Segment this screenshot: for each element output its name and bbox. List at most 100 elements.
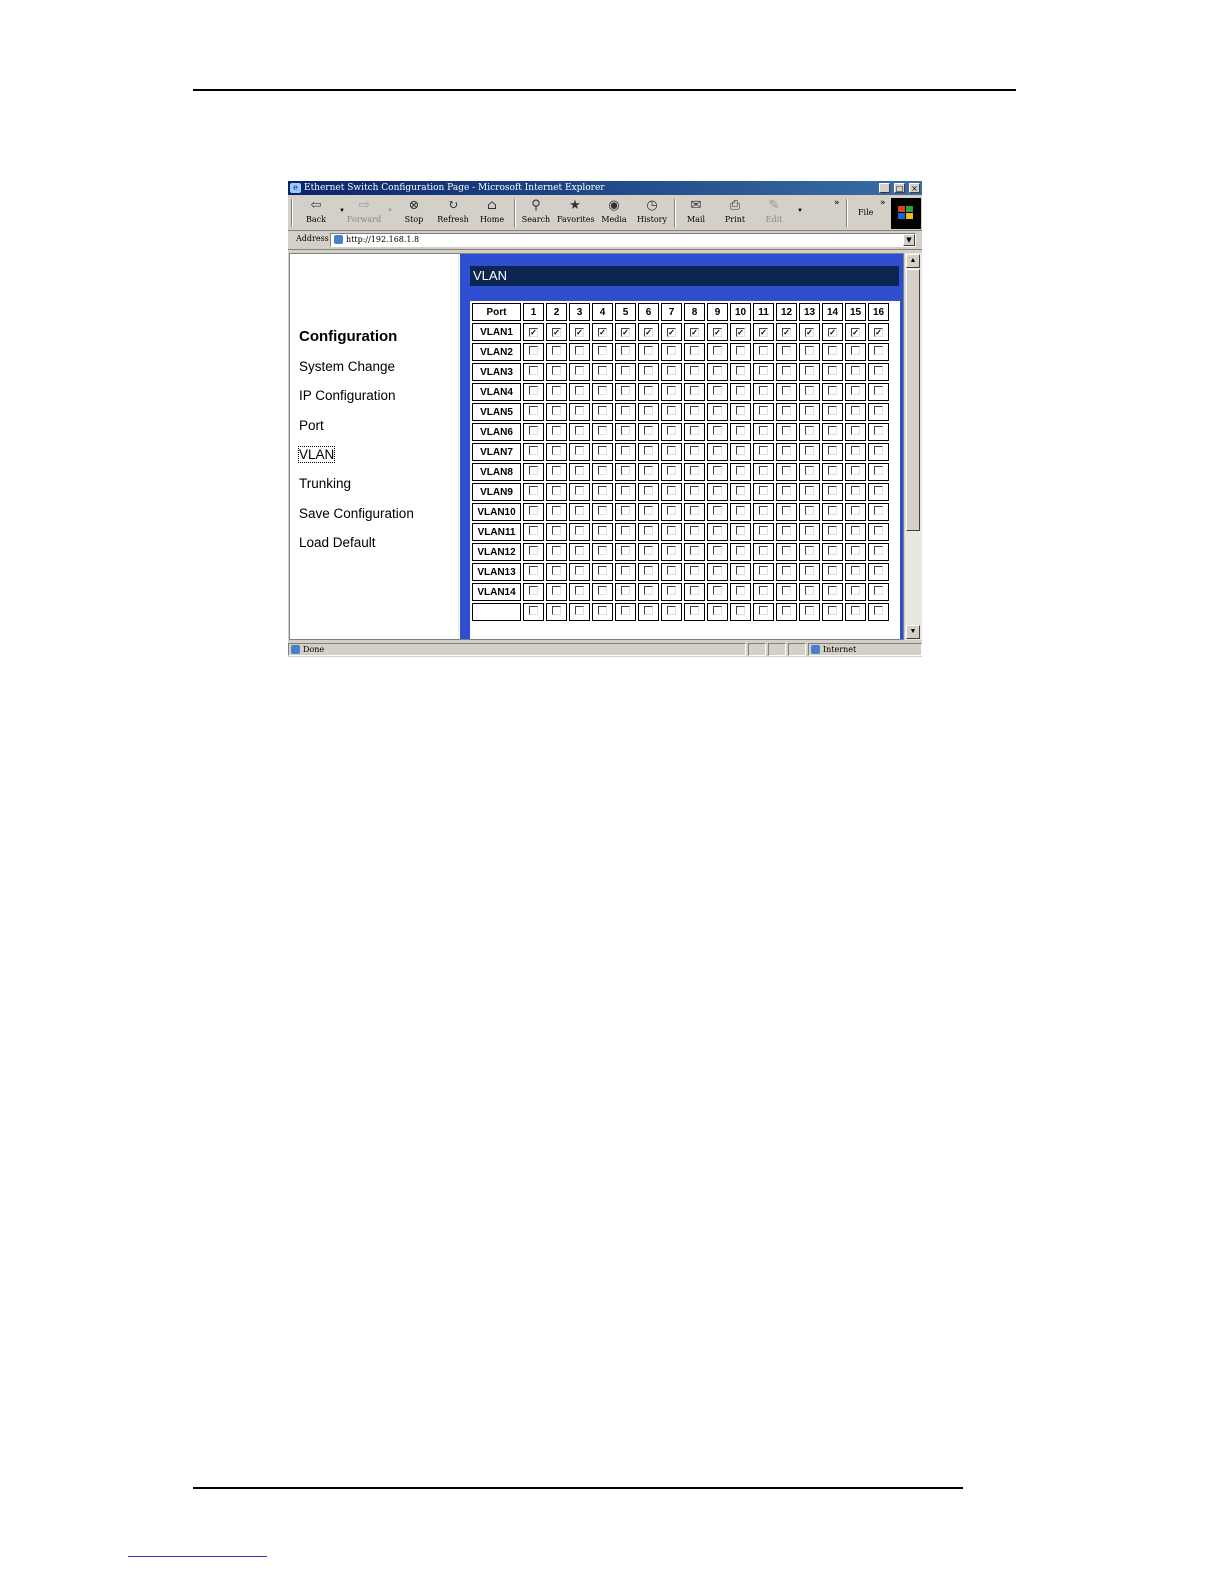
checkbox[interactable] bbox=[736, 366, 745, 375]
checkbox[interactable] bbox=[805, 486, 814, 495]
checkbox[interactable] bbox=[552, 586, 561, 595]
checkbox[interactable] bbox=[644, 586, 653, 595]
checkbox[interactable] bbox=[736, 566, 745, 575]
checkbox[interactable] bbox=[598, 406, 607, 415]
checkbox[interactable] bbox=[598, 366, 607, 375]
checkbox[interactable] bbox=[529, 426, 538, 435]
checkbox[interactable] bbox=[667, 606, 676, 615]
menu-chevron-icon[interactable]: » bbox=[880, 198, 886, 208]
checkbox[interactable] bbox=[759, 486, 768, 495]
checkbox[interactable] bbox=[644, 386, 653, 395]
checkbox[interactable] bbox=[690, 606, 699, 615]
checkbox[interactable] bbox=[782, 446, 791, 455]
checkbox[interactable] bbox=[805, 366, 814, 375]
checkbox[interactable] bbox=[874, 426, 883, 435]
checkbox-checked[interactable]: ✓ bbox=[575, 327, 584, 337]
checkbox[interactable] bbox=[851, 586, 860, 595]
maximize-button[interactable]: □ bbox=[894, 183, 906, 193]
checkbox[interactable] bbox=[713, 406, 722, 415]
checkbox[interactable] bbox=[782, 606, 791, 615]
checkbox[interactable] bbox=[759, 366, 768, 375]
nav-item-port[interactable]: Port bbox=[299, 418, 324, 433]
checkbox[interactable] bbox=[529, 446, 538, 455]
checkbox[interactable] bbox=[759, 346, 768, 355]
checkbox[interactable] bbox=[529, 566, 538, 575]
checkbox[interactable] bbox=[644, 606, 653, 615]
checkbox[interactable] bbox=[667, 386, 676, 395]
checkbox-checked[interactable]: ✓ bbox=[851, 327, 860, 337]
checkbox-checked[interactable]: ✓ bbox=[667, 327, 676, 337]
checkbox[interactable] bbox=[552, 366, 561, 375]
checkbox[interactable] bbox=[736, 486, 745, 495]
search-button[interactable]: ⚲ Search bbox=[518, 198, 554, 224]
checkbox[interactable] bbox=[575, 506, 584, 515]
nav-item-load-default[interactable]: Load Default bbox=[299, 535, 376, 550]
checkbox[interactable] bbox=[805, 566, 814, 575]
nav-item-trunking[interactable]: Trunking bbox=[299, 476, 351, 491]
checkbox[interactable] bbox=[828, 486, 837, 495]
checkbox-checked[interactable]: ✓ bbox=[552, 327, 561, 337]
checkbox[interactable] bbox=[529, 546, 538, 555]
checkbox[interactable] bbox=[759, 506, 768, 515]
checkbox[interactable] bbox=[552, 526, 561, 535]
nav-item-vlan[interactable]: VLAN bbox=[297, 446, 336, 463]
checkbox[interactable] bbox=[644, 346, 653, 355]
mail-button[interactable]: ✉ Mail bbox=[678, 198, 714, 224]
checkbox[interactable] bbox=[713, 566, 722, 575]
checkbox[interactable] bbox=[621, 426, 630, 435]
checkbox[interactable] bbox=[621, 526, 630, 535]
checkbox[interactable] bbox=[736, 406, 745, 415]
checkbox[interactable] bbox=[667, 566, 676, 575]
checkbox[interactable] bbox=[598, 566, 607, 575]
checkbox[interactable] bbox=[529, 506, 538, 515]
checkbox[interactable] bbox=[805, 346, 814, 355]
checkbox[interactable] bbox=[759, 446, 768, 455]
checkbox[interactable] bbox=[759, 386, 768, 395]
checkbox[interactable] bbox=[667, 526, 676, 535]
checkbox[interactable] bbox=[529, 526, 538, 535]
checkbox[interactable] bbox=[874, 586, 883, 595]
checkbox[interactable] bbox=[529, 486, 538, 495]
checkbox-checked[interactable]: ✓ bbox=[644, 327, 653, 337]
checkbox[interactable] bbox=[598, 606, 607, 615]
back-button[interactable]: ⇦ Back bbox=[298, 198, 334, 224]
checkbox-checked[interactable]: ✓ bbox=[713, 327, 722, 337]
checkbox[interactable] bbox=[828, 446, 837, 455]
checkbox[interactable] bbox=[782, 386, 791, 395]
checkbox[interactable] bbox=[805, 386, 814, 395]
checkbox[interactable] bbox=[805, 446, 814, 455]
checkbox[interactable] bbox=[690, 526, 699, 535]
checkbox[interactable] bbox=[782, 506, 791, 515]
checkbox[interactable] bbox=[644, 426, 653, 435]
checkbox[interactable] bbox=[851, 406, 860, 415]
checkbox[interactable] bbox=[552, 346, 561, 355]
checkbox[interactable] bbox=[529, 606, 538, 615]
checkbox[interactable] bbox=[851, 506, 860, 515]
checkbox[interactable] bbox=[598, 506, 607, 515]
checkbox[interactable] bbox=[644, 486, 653, 495]
checkbox[interactable] bbox=[805, 546, 814, 555]
checkbox[interactable] bbox=[690, 566, 699, 575]
checkbox-checked[interactable]: ✓ bbox=[805, 327, 814, 337]
checkbox[interactable] bbox=[621, 346, 630, 355]
checkbox[interactable] bbox=[552, 406, 561, 415]
checkbox[interactable] bbox=[759, 406, 768, 415]
checkbox[interactable] bbox=[690, 506, 699, 515]
checkbox-checked[interactable]: ✓ bbox=[782, 327, 791, 337]
checkbox[interactable] bbox=[736, 446, 745, 455]
checkbox[interactable] bbox=[874, 346, 883, 355]
media-button[interactable]: ◉ Media bbox=[596, 198, 632, 224]
back-dropdown-icon[interactable]: ▼ bbox=[339, 208, 345, 214]
checkbox[interactable] bbox=[874, 606, 883, 615]
checkbox[interactable] bbox=[805, 506, 814, 515]
checkbox-checked[interactable]: ✓ bbox=[736, 327, 745, 337]
checkbox[interactable] bbox=[690, 486, 699, 495]
checkbox[interactable] bbox=[782, 566, 791, 575]
checkbox[interactable] bbox=[874, 566, 883, 575]
checkbox[interactable] bbox=[782, 346, 791, 355]
checkbox[interactable] bbox=[552, 386, 561, 395]
checkbox-checked[interactable]: ✓ bbox=[690, 327, 699, 337]
checkbox[interactable] bbox=[782, 526, 791, 535]
checkbox[interactable] bbox=[736, 426, 745, 435]
checkbox[interactable] bbox=[529, 466, 538, 475]
